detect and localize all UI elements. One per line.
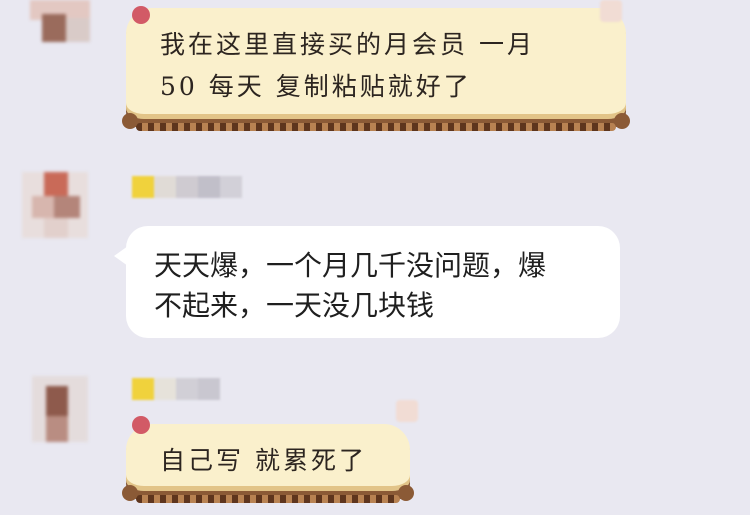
avatar[interactable] [32,376,88,442]
bubble-decoration [600,0,622,22]
message-bubble[interactable]: 天天爆，一个月几千没问题，爆 不起来，一天没几块钱 [114,226,620,338]
message-line: 50 每天 复制粘贴就好了 [160,72,472,101]
bubble-decoration [132,6,150,24]
message-bubble[interactable]: 自己写 就累死了 [122,416,414,503]
bubble-trim [136,495,400,503]
sender-nickname [132,176,242,198]
avatar[interactable] [22,172,88,238]
avatar[interactable] [30,0,90,42]
bubble-decoration [132,416,150,434]
sender-nickname [132,378,220,400]
bubble-tail [114,246,128,266]
bubble-decoration [396,400,418,422]
message-line: 天天爆，一个月几千没问题，爆 [154,249,547,282]
message-bubble[interactable]: 我在这里直接买的月会员 一月 50 每天 复制粘贴就好了 [122,6,630,131]
bubble-trim [136,123,616,131]
message-line: 我在这里直接买的月会员 一月 [160,30,535,59]
message-line: 不起来，一天没几块钱 [154,289,435,322]
message-line: 自己写 就累死了 [160,446,367,475]
